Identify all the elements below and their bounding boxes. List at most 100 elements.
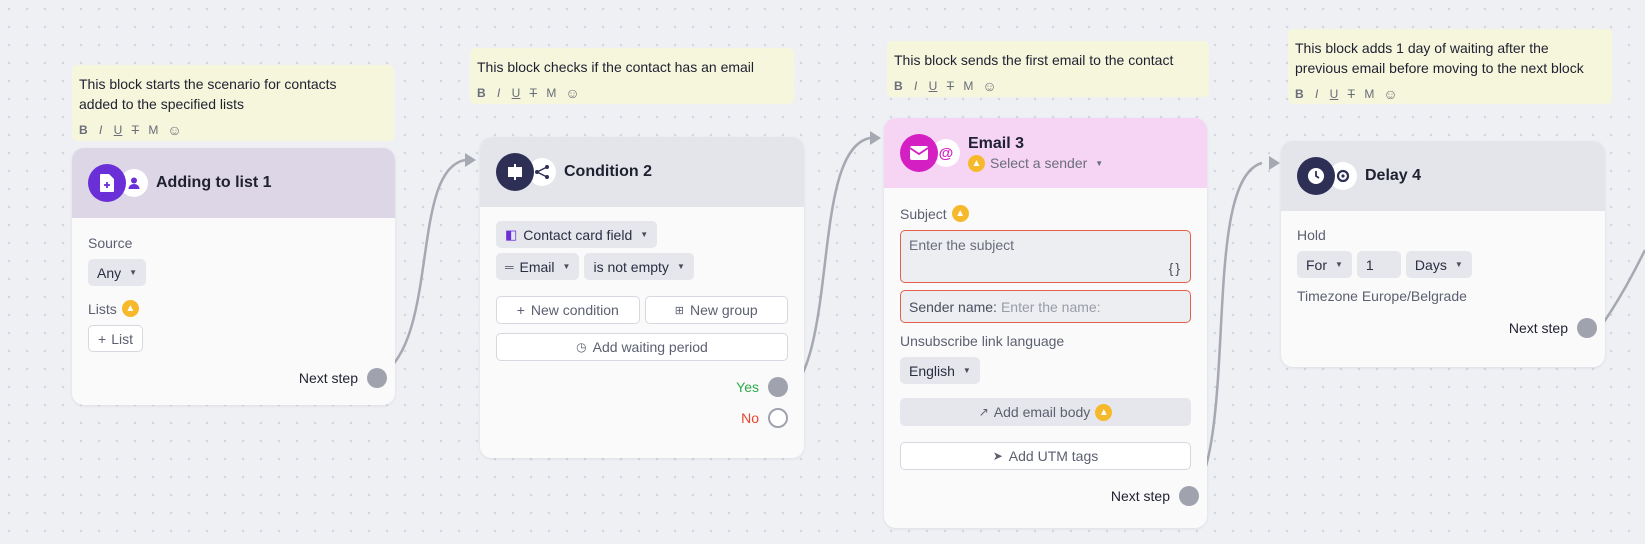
bold-icon[interactable]: B	[477, 83, 486, 103]
strikethrough-icon[interactable]: T	[529, 83, 537, 103]
note-toolbar: B I U T M ☺	[477, 83, 787, 103]
next-step-row: Next step	[900, 486, 1199, 506]
plus-icon: +	[98, 330, 107, 347]
next-step-label: Next step	[1508, 320, 1568, 336]
clock-icon	[1297, 157, 1335, 195]
no-port[interactable]	[768, 408, 788, 428]
subject-label-text: Subject	[900, 205, 947, 222]
lists-label: Lists ▲	[88, 300, 379, 317]
block-delay[interactable]: Delay 4 Hold For ▼ 1 Days ▼ Timezone Europ…	[1281, 141, 1605, 367]
block-title: Condition 2	[564, 163, 652, 180]
italic-icon[interactable]: I	[1313, 84, 1321, 104]
operator-value: is not empty	[593, 258, 669, 275]
next-step-port[interactable]	[1179, 486, 1199, 506]
monospace-icon[interactable]: M	[1364, 84, 1374, 104]
note-block-2[interactable]: This block checks if the contact has an …	[470, 48, 794, 104]
block-condition[interactable]: Condition 2 ◧ Contact card field ▼ ═ Email ▼…	[480, 137, 804, 458]
variables-braces-icon[interactable]: {}	[1169, 260, 1182, 276]
block-body: Source Any ▼ Lists ▲ + List Next step	[72, 218, 395, 400]
sender-select[interactable]: ▲ Select a sender ▼	[968, 154, 1103, 172]
hold-unit-select[interactable]: Days ▼	[1405, 251, 1472, 278]
next-step-row: Next step	[1297, 318, 1597, 338]
note-text-line1: This block adds 1 day of waiting after t…	[1295, 40, 1549, 56]
add-email-body-button[interactable]: ↗ Add email body ▲	[900, 398, 1191, 426]
note-block-3[interactable]: This block sends the first email to the …	[887, 41, 1209, 97]
emoji-icon[interactable]: ☺	[565, 83, 579, 103]
group-icon: ⊞	[674, 304, 684, 317]
condition-row: ═ Email ▼ is not empty ▼	[496, 253, 788, 280]
chevron-down-icon: ▼	[676, 262, 685, 271]
language-select[interactable]: English ▼	[900, 357, 980, 384]
operator-select[interactable]: is not empty ▼	[584, 253, 694, 280]
underline-icon[interactable]: U	[1330, 84, 1339, 104]
underline-icon[interactable]: U	[929, 76, 938, 96]
add-utm-tags-button[interactable]: ➤ Add UTM tags	[900, 442, 1191, 470]
emoji-icon[interactable]: ☺	[167, 120, 181, 140]
next-step-label: Next step	[1110, 488, 1170, 504]
no-label: No	[741, 410, 759, 426]
hold-row: For ▼ 1 Days ▼	[1297, 251, 1589, 278]
next-step-row: Next step	[88, 368, 387, 388]
add-list-button[interactable]: + List	[88, 325, 143, 352]
monospace-icon[interactable]: M	[148, 120, 158, 140]
hold-amount-input[interactable]: 1	[1356, 251, 1401, 278]
bold-icon[interactable]: B	[1295, 84, 1304, 104]
warning-icon: ▲	[951, 205, 969, 222]
note-block-1[interactable]: This block starts the scenario for conta…	[72, 65, 394, 141]
strikethrough-icon[interactable]: T	[131, 120, 139, 140]
monospace-icon[interactable]: M	[546, 83, 556, 103]
block-email[interactable]: @ Email 3 ▲ Select a sender ▼ Subject ▲ E…	[884, 118, 1207, 528]
note-text-line2: previous email before moving to the next…	[1295, 60, 1584, 76]
next-step-port[interactable]	[367, 368, 387, 388]
emoji-icon[interactable]: ☺	[982, 76, 996, 96]
email-header-text: Email 3 ▲ Select a sender ▼	[968, 135, 1103, 172]
language-value: English	[909, 362, 955, 379]
attribute-value: Email	[519, 258, 555, 275]
warning-icon: ▲	[968, 154, 985, 172]
strikethrough-icon[interactable]: T	[946, 76, 954, 96]
external-link-icon: ↗	[978, 405, 989, 419]
note-block-4[interactable]: This block adds 1 day of waiting after t…	[1288, 29, 1612, 104]
yes-port[interactable]	[768, 377, 788, 397]
next-step-port[interactable]	[1577, 318, 1597, 338]
hold-mode-select[interactable]: For ▼	[1297, 251, 1352, 278]
chevron-down-icon: ▼	[1335, 260, 1343, 269]
text-field-icon: ═	[505, 259, 514, 274]
sender-name-label: Sender name:	[909, 298, 997, 315]
strikethrough-icon[interactable]: T	[1347, 84, 1355, 104]
subject-input[interactable]: Enter the subject {}	[900, 230, 1191, 283]
underline-icon[interactable]: U	[114, 120, 123, 140]
add-waiting-period-button[interactable]: ◷ Add waiting period	[496, 333, 788, 361]
timezone-text[interactable]: Timezone Europe/Belgrade	[1297, 288, 1589, 304]
italic-icon[interactable]: I	[912, 76, 920, 96]
attribute-select[interactable]: ═ Email ▼	[496, 253, 580, 280]
bold-icon[interactable]: B	[79, 120, 88, 140]
field-type-select[interactable]: ◧ Contact card field ▼	[496, 221, 658, 248]
rocket-icon: ➤	[992, 449, 1003, 463]
italic-icon[interactable]: I	[97, 120, 105, 140]
underline-icon[interactable]: U	[512, 83, 521, 103]
envelope-icon	[900, 134, 938, 172]
bold-icon[interactable]: B	[894, 76, 903, 96]
italic-icon[interactable]: I	[495, 83, 503, 103]
new-condition-button[interactable]: + New condition	[496, 296, 640, 324]
source-label: Source	[88, 235, 133, 251]
note-toolbar: B I U T M ☺	[894, 76, 1202, 96]
list-add-icon	[88, 164, 126, 202]
note-toolbar: B I U T M ☺	[1295, 84, 1605, 104]
source-select[interactable]: Any ▼	[88, 259, 147, 286]
block-title: Adding to list 1	[156, 174, 272, 191]
condition-icon	[496, 153, 534, 191]
sender-select-value: Select a sender	[990, 155, 1088, 171]
sender-name-input[interactable]: Sender name: Enter the name:	[900, 290, 1191, 323]
field-type-value: Contact card field	[523, 226, 633, 243]
block-title: Email 3	[968, 134, 1025, 152]
block-header: @ Email 3 ▲ Select a sender ▼	[884, 118, 1207, 188]
note-toolbar: B I U T M ☺	[79, 120, 387, 140]
add-email-body-label: Add email body	[993, 404, 1091, 420]
monospace-icon[interactable]: M	[963, 76, 973, 96]
clock-icon: ◷	[576, 340, 587, 354]
block-adding-to-list[interactable]: Adding to list 1 Source Any ▼ Lists ▲ + Lis…	[72, 148, 395, 405]
emoji-icon[interactable]: ☺	[1383, 84, 1397, 104]
new-group-button[interactable]: ⊞ New group	[644, 296, 788, 324]
